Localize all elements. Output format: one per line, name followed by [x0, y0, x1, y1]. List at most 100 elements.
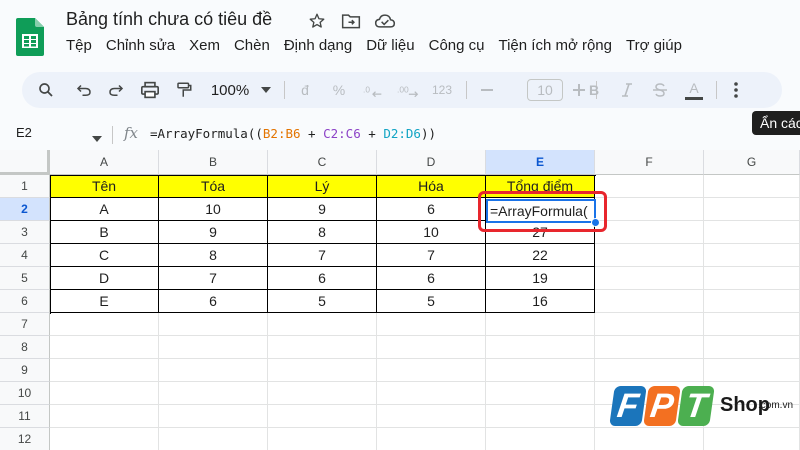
empty-cell[interactable] — [159, 359, 268, 382]
column-header-c[interactable]: C — [268, 150, 377, 175]
empty-cell[interactable] — [268, 336, 377, 359]
data-cell[interactable]: 10 — [377, 221, 486, 244]
strikethrough-icon[interactable] — [650, 78, 670, 102]
menu-format[interactable]: Định dạng — [284, 37, 360, 54]
empty-cell[interactable] — [486, 359, 595, 382]
data-cell[interactable]: 10 — [159, 198, 268, 221]
empty-cell[interactable] — [704, 244, 800, 267]
data-cell[interactable]: 7 — [159, 267, 268, 290]
data-cell[interactable]: 8 — [159, 244, 268, 267]
empty-cell[interactable] — [377, 405, 486, 428]
data-cell[interactable]: 5 — [268, 290, 377, 313]
row-header-6[interactable]: 6 — [0, 290, 50, 313]
empty-cell[interactable] — [704, 175, 800, 198]
formula-input[interactable]: =ArrayFormula((B2:B6 + C2:C6 + D2:D6)) — [150, 126, 436, 141]
data-cell[interactable]: 6 — [377, 198, 486, 221]
empty-cell[interactable] — [704, 428, 800, 450]
data-cell[interactable]: D — [50, 267, 159, 290]
row-header-4[interactable]: 4 — [0, 244, 50, 267]
data-cell[interactable]: 7 — [377, 244, 486, 267]
row-header-12[interactable]: 12 — [0, 428, 50, 450]
paint-format-icon[interactable] — [172, 78, 196, 102]
number-format-button[interactable]: 123 — [430, 78, 454, 102]
empty-cell[interactable] — [595, 267, 704, 290]
sheets-logo-icon[interactable] — [16, 18, 52, 56]
menu-extensions[interactable]: Tiện ích mở rộng — [498, 37, 620, 54]
empty-cell[interactable] — [50, 313, 159, 336]
empty-cell[interactable] — [268, 359, 377, 382]
empty-cell[interactable] — [50, 359, 159, 382]
empty-cell[interactable] — [268, 405, 377, 428]
search-menus-icon[interactable] — [34, 78, 58, 102]
empty-cell[interactable] — [377, 336, 486, 359]
row-header-11[interactable]: 11 — [0, 405, 50, 428]
empty-cell[interactable] — [377, 359, 486, 382]
empty-cell[interactable] — [595, 359, 704, 382]
empty-cell[interactable] — [704, 290, 800, 313]
active-cell-editor[interactable]: =ArrayFormula( — [486, 199, 596, 223]
column-header-a[interactable]: A — [50, 150, 159, 175]
header-cell[interactable]: Tóa — [159, 175, 268, 198]
column-header-d[interactable]: D — [377, 150, 486, 175]
menu-edit[interactable]: Chỉnh sửa — [106, 37, 183, 54]
empty-cell[interactable] — [595, 244, 704, 267]
print-icon[interactable] — [138, 78, 162, 102]
menu-insert[interactable]: Chèn — [234, 37, 278, 54]
select-all-corner[interactable] — [0, 150, 50, 175]
bold-button[interactable]: B — [585, 78, 603, 102]
header-cell[interactable]: Hóa — [377, 175, 486, 198]
empty-cell[interactable] — [595, 175, 704, 198]
decrease-decimal-icon[interactable]: .0 — [362, 78, 384, 102]
more-options-icon[interactable] — [728, 78, 744, 102]
data-cell[interactable]: 16 — [486, 290, 595, 313]
menu-view[interactable]: Xem — [189, 37, 228, 54]
document-title[interactable]: Bảng tính chưa có tiêu đề — [66, 9, 272, 30]
data-cell[interactable]: 8 — [268, 221, 377, 244]
data-cell[interactable]: 22 — [486, 244, 595, 267]
decrease-font-icon[interactable] — [478, 78, 496, 102]
row-header-10[interactable]: 10 — [0, 382, 50, 405]
empty-cell[interactable] — [50, 382, 159, 405]
column-header-g[interactable]: G — [704, 150, 800, 175]
empty-cell[interactable] — [704, 359, 800, 382]
data-cell[interactable]: 27 — [486, 221, 595, 244]
row-header-9[interactable]: 9 — [0, 359, 50, 382]
data-cell[interactable]: 6 — [377, 267, 486, 290]
menu-data[interactable]: Dữ liệu — [366, 37, 422, 54]
empty-cell[interactable] — [486, 405, 595, 428]
star-icon[interactable] — [306, 10, 328, 32]
empty-cell[interactable] — [704, 336, 800, 359]
empty-cell[interactable] — [268, 382, 377, 405]
move-folder-icon[interactable] — [340, 10, 362, 32]
chevron-down-icon[interactable] — [92, 129, 102, 147]
data-cell[interactable]: 6 — [268, 267, 377, 290]
row-header-2[interactable]: 2 — [0, 198, 50, 221]
empty-cell[interactable] — [50, 405, 159, 428]
row-header-1[interactable]: 1 — [0, 175, 50, 198]
empty-cell[interactable] — [159, 382, 268, 405]
empty-cell[interactable] — [486, 336, 595, 359]
empty-cell[interactable] — [486, 382, 595, 405]
empty-cell[interactable] — [595, 336, 704, 359]
column-header-e[interactable]: E — [486, 150, 595, 175]
data-cell[interactable]: A — [50, 198, 159, 221]
data-cell[interactable]: C — [50, 244, 159, 267]
data-cell[interactable]: 5 — [377, 290, 486, 313]
data-cell[interactable]: 19 — [486, 267, 595, 290]
data-cell[interactable]: 7 — [268, 244, 377, 267]
empty-cell[interactable] — [486, 313, 595, 336]
empty-cell[interactable] — [377, 428, 486, 450]
column-header-b[interactable]: B — [159, 150, 268, 175]
header-cell[interactable]: Lý — [268, 175, 377, 198]
empty-cell[interactable] — [268, 313, 377, 336]
empty-cell[interactable] — [50, 336, 159, 359]
row-header-5[interactable]: 5 — [0, 267, 50, 290]
data-cell[interactable]: E — [50, 290, 159, 313]
data-cell[interactable]: B — [50, 221, 159, 244]
row-header-3[interactable]: 3 — [0, 221, 50, 244]
menu-file[interactable]: Tệp — [66, 37, 100, 54]
empty-cell[interactable] — [704, 198, 800, 221]
data-cell[interactable]: 9 — [159, 221, 268, 244]
empty-cell[interactable] — [50, 428, 159, 450]
cloud-status-icon[interactable] — [374, 10, 396, 32]
